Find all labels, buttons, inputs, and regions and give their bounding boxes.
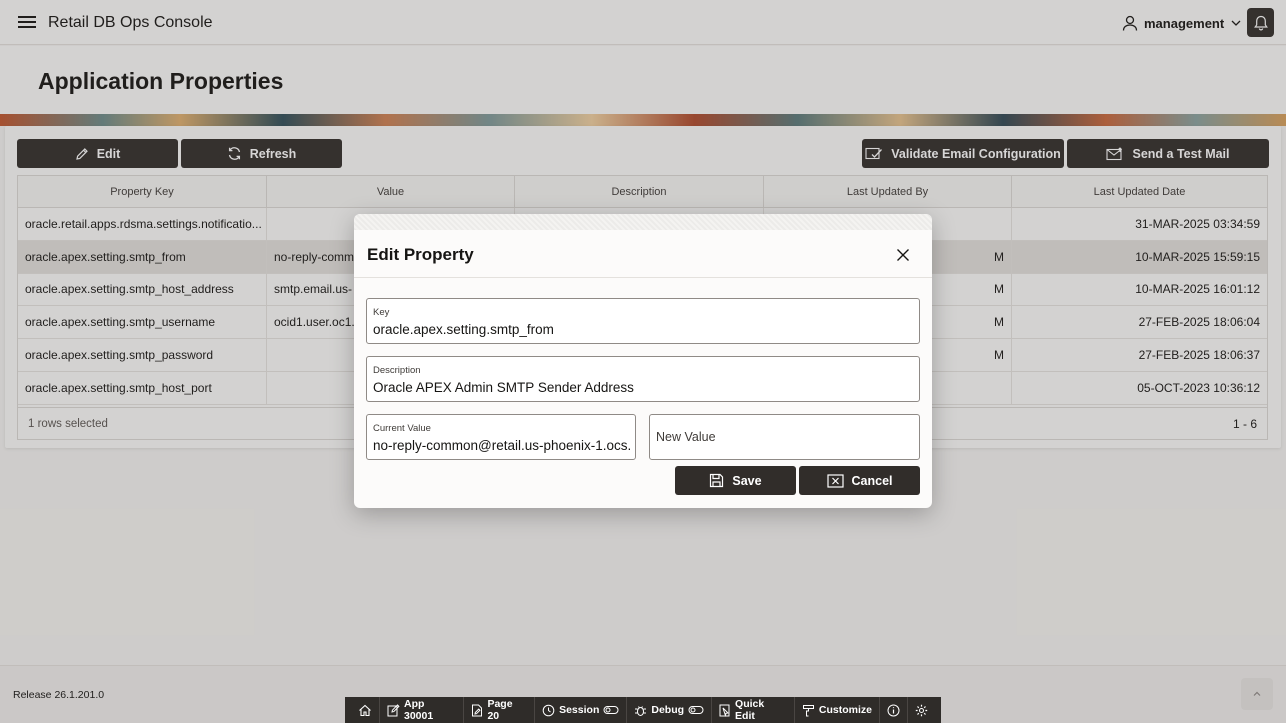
save-button-label: Save: [732, 473, 762, 488]
home-icon: [359, 704, 371, 716]
new-value-field[interactable]: New Value: [649, 414, 920, 460]
quick-edit-icon: [719, 704, 730, 717]
devbar-app[interactable]: App 30001: [380, 697, 465, 723]
current-value: no-reply-common@retail.us-phoenix-1.ocs.…: [373, 438, 631, 453]
dialog-title: Edit Property: [367, 245, 474, 264]
cancel-icon: [826, 473, 844, 488]
cancel-button-label: Cancel: [851, 473, 893, 488]
current-value-field[interactable]: Current Value no-reply-common@retail.us-…: [366, 414, 636, 460]
devbar-quick-edit-label: Quick Edit: [735, 698, 765, 722]
bug-icon: [635, 705, 647, 716]
devbar-page[interactable]: Page 20: [464, 697, 536, 723]
devbar-session[interactable]: Session: [535, 697, 628, 723]
devbar-home[interactable]: [351, 697, 380, 723]
devbar-session-label: Session: [559, 704, 600, 716]
description-field[interactable]: Description Oracle APEX Admin SMTP Sende…: [366, 356, 920, 402]
devbar-settings[interactable]: [908, 697, 935, 723]
devbar-page-label: Page 20: [487, 698, 513, 722]
close-icon[interactable]: [894, 246, 912, 264]
save-button[interactable]: Save: [675, 466, 796, 495]
key-field[interactable]: Key oracle.apex.setting.smtp_from: [366, 298, 920, 344]
key-label: Key: [373, 307, 390, 318]
devbar-debug[interactable]: Debug: [627, 697, 713, 723]
key-value: oracle.apex.setting.smtp_from: [373, 322, 554, 337]
session-icon: [542, 704, 555, 716]
current-value-label: Current Value: [373, 423, 431, 434]
toggle-icon: [688, 706, 704, 714]
edit-page-icon: [472, 704, 483, 716]
devbar-customize-label: Customize: [818, 704, 872, 716]
edit-app-icon: [387, 703, 400, 716]
description-label: Description: [373, 365, 421, 376]
paint-brush-icon: [802, 704, 814, 716]
gear-icon: [915, 704, 928, 716]
devbar-info[interactable]: [880, 697, 908, 723]
new-value-placeholder: New Value: [656, 430, 716, 444]
edit-property-dialog: Edit Property Key oracle.apex.setting.sm…: [354, 214, 932, 508]
devbar-app-label: App 30001: [403, 698, 434, 722]
devbar-debug-label: Debug: [651, 704, 685, 716]
devbar-quick-edit[interactable]: Quick Edit: [712, 697, 795, 723]
developer-toolbar: App 30001 Page 20 Session Debug Quick Ed…: [345, 697, 941, 723]
toggle-icon: [603, 706, 619, 714]
info-icon: [887, 704, 900, 716]
cancel-button[interactable]: Cancel: [799, 466, 920, 495]
description-value: Oracle APEX Admin SMTP Sender Address: [373, 380, 634, 395]
dialog-texture: [354, 214, 932, 230]
devbar-customize[interactable]: Customize: [795, 697, 880, 723]
dialog-header: Edit Property: [354, 230, 932, 278]
save-icon: [710, 473, 724, 488]
